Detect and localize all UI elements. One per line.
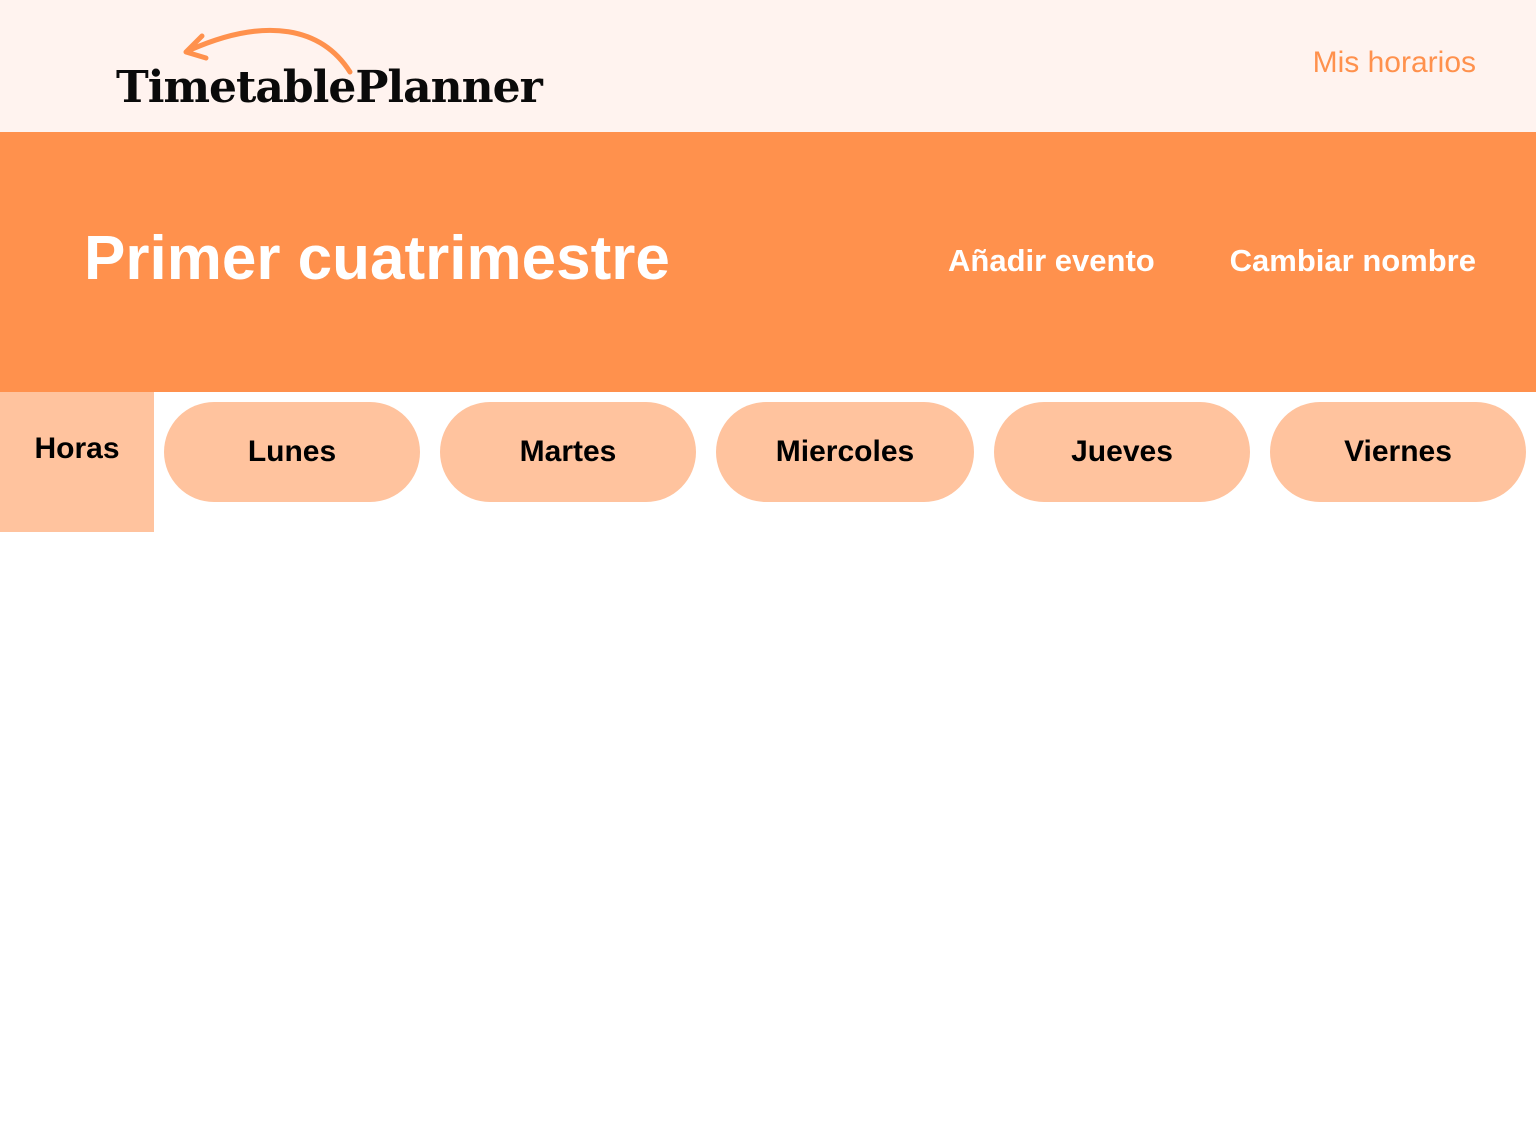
day-friday[interactable]: Viernes — [1270, 402, 1526, 502]
hours-column-header: Horas — [0, 392, 154, 532]
add-event-button[interactable]: Añadir evento — [948, 245, 1155, 276]
logo-text: TimetablePlanner — [116, 62, 543, 113]
logo[interactable]: TimetablePlanner — [112, 20, 552, 110]
schedule-header: Primer cuatrimestre Añadir evento Cambia… — [0, 132, 1536, 392]
rename-button[interactable]: Cambiar nombre — [1230, 245, 1476, 276]
day-thursday[interactable]: Jueves — [994, 402, 1250, 502]
top-navbar: TimetablePlanner Mis horarios — [0, 0, 1536, 132]
my-schedules-link[interactable]: Mis horarios — [1313, 48, 1476, 78]
day-wednesday[interactable]: Miercoles — [716, 402, 974, 502]
day-tuesday[interactable]: Martes — [440, 402, 696, 502]
page-title: Primer cuatrimestre — [84, 224, 670, 293]
day-monday[interactable]: Lunes — [164, 402, 420, 502]
hours-label: Horas — [34, 432, 120, 465]
schedule-grid — [0, 532, 1536, 1146]
days-header-row: Horas Lunes Martes Miercoles Jueves Vier… — [0, 392, 1536, 532]
